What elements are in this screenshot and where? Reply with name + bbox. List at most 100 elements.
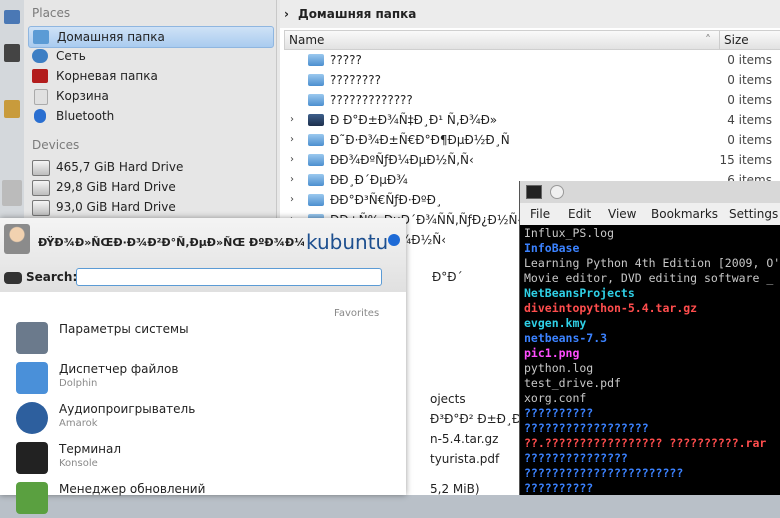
desktop-icon[interactable] <box>4 10 20 24</box>
folder-icon <box>308 154 324 166</box>
binoculars-icon <box>4 272 22 284</box>
file-size: 0 items <box>727 53 772 67</box>
breadcrumb[interactable]: › Домашняя папка <box>280 0 780 28</box>
column-header[interactable]: Name ˄ Size <box>284 30 780 50</box>
favorite-item[interactable]: Аудиопроигрыватель Amarok <box>14 398 404 438</box>
favorite-title: Параметры системы <box>59 322 189 336</box>
folder-icon <box>308 194 324 206</box>
column-size-header[interactable]: Size <box>719 31 749 49</box>
terminal-line: NetBeansProjects <box>524 286 635 300</box>
file-name[interactable]: n-5.4.tar.gz <box>430 432 498 446</box>
places-item-home[interactable]: Домашняя папка <box>28 26 274 48</box>
terminal-line: python.log <box>524 361 594 375</box>
folder-icon <box>308 94 324 106</box>
konsole-titlebar[interactable] <box>520 181 780 203</box>
desktop-icon[interactable] <box>2 180 22 206</box>
terminal-line: InfoBase <box>524 241 580 255</box>
menu-view[interactable]: View <box>608 203 636 225</box>
kickoff-launcher: ÐŸÐ¾Ð»ÑŒÐ·Ð¾Ð²Ð°Ñ‚ÐµÐ»ÑŒ ÐºÐ¾Ð¼Ð¿ÑŒÑŽÑ‚Ð… <box>0 218 406 514</box>
update-manager-icon <box>16 482 48 514</box>
file-row[interactable]: › Ð˜Ð·Ð¾Ð±Ñ€Ð°Ð¶ÐµÐ½Ð¸Ñ 0 items <box>284 130 780 150</box>
favorite-item[interactable]: Менеджер обновлений <box>14 478 404 518</box>
menu-bookmarks[interactable]: Bookmarks <box>651 203 718 225</box>
file-name[interactable]: tyurista.pdf <box>430 452 499 466</box>
favorite-item[interactable]: Параметры системы <box>14 318 404 358</box>
places-item-root[interactable]: Корневая папка <box>28 66 272 86</box>
device-label: 29,8 GiB Hard Drive <box>56 180 176 194</box>
folder-icon <box>308 174 324 186</box>
favorite-item[interactable]: Диспетчер файлов Dolphin <box>14 358 404 398</box>
folder-icon <box>308 134 324 146</box>
places-item-label: Bluetooth <box>56 109 115 123</box>
terminal-icon <box>526 185 542 199</box>
file-name: ????????????? <box>330 93 413 107</box>
menu-file[interactable]: File <box>530 203 550 225</box>
file-size: 4 items <box>727 113 772 127</box>
places-section-label: Places <box>32 6 71 20</box>
file-row[interactable]: › ÐÐ¾ÐºÑƒÐ¼ÐµÐ½Ñ‚Ñ‹ 15 items <box>284 150 780 170</box>
places-panel: Places Домашняя папка Сеть Корневая папк… <box>24 0 277 230</box>
menu-settings[interactable]: Settings <box>729 203 778 225</box>
terminal-line: diveintopython-5.4.tar.gz <box>524 301 698 315</box>
hard-drive-icon <box>32 180 50 196</box>
favorite-title: Аудиопроигрыватель <box>59 402 196 416</box>
file-row[interactable]: ???????? 0 items <box>284 70 780 90</box>
device-item[interactable]: 29,8 GiB Hard Drive <box>28 177 272 197</box>
bluetooth-icon <box>34 109 46 123</box>
expand-arrow-icon[interactable]: › <box>290 150 294 170</box>
file-size: 0 items <box>727 133 772 147</box>
terminal-line: test_drive.pdf <box>524 376 621 390</box>
menu-edit[interactable]: Edit <box>568 203 591 225</box>
terminal-output[interactable]: Influx_PS.log InfoBase Learning Python 4th… <box>520 226 780 495</box>
file-row[interactable]: ????????????? 0 items <box>284 90 780 110</box>
terminal-line: ?????????? <box>524 406 594 420</box>
expand-arrow-icon[interactable]: › <box>290 190 294 210</box>
places-item-label: Сеть <box>56 49 86 63</box>
minimize-button[interactable] <box>550 185 564 199</box>
expand-arrow-icon[interactable]: › <box>290 110 294 130</box>
desktop-icon[interactable] <box>4 100 20 118</box>
search-input[interactable] <box>76 268 382 286</box>
terminal-icon <box>16 442 48 474</box>
file-name[interactable]: Ð³Ð°Ð² Ð±Ð¸Ð <box>430 412 521 426</box>
folder-icon <box>308 114 324 126</box>
terminal-line: Movie editor, DVD editing software _ <box>524 271 774 285</box>
devices-section-label: Devices <box>32 138 80 152</box>
file-row[interactable]: › Ð Ð°Ð±Ð¾Ñ‡Ð¸Ð¹ Ñ‚Ð¾Ð» 4 items <box>284 110 780 130</box>
file-size: 15 items <box>719 153 772 167</box>
expand-arrow-icon[interactable]: › <box>290 130 294 150</box>
places-item-network[interactable]: Сеть <box>28 46 272 66</box>
terminal-line: xorg.conf <box>524 391 587 405</box>
chevron-right-icon: › <box>284 7 289 21</box>
places-item-bluetooth[interactable]: Bluetooth <box>28 106 272 126</box>
file-name: ????? <box>330 53 362 67</box>
root-folder-icon <box>32 69 48 83</box>
device-label: 465,7 GiB Hard Drive <box>56 160 184 174</box>
file-row[interactable]: ????? 0 items <box>284 50 780 70</box>
file-manager-icon <box>16 362 48 394</box>
expand-arrow-icon[interactable]: › <box>290 170 294 190</box>
terminal-line: pic1.png <box>524 346 580 360</box>
favorite-item[interactable]: Терминал Konsole <box>14 438 404 478</box>
partial-text: ojects <box>430 392 466 406</box>
network-icon <box>32 49 48 63</box>
system-settings-icon <box>16 322 48 354</box>
column-name-header[interactable]: Name <box>289 31 324 49</box>
device-item[interactable]: 465,7 GiB Hard Drive <box>28 157 272 177</box>
desktop-icon[interactable] <box>4 44 20 62</box>
hard-drive-icon <box>32 200 50 216</box>
terminal-line: ??.????????????????? ??????????.rar <box>524 436 767 450</box>
places-item-label: Корзина <box>56 89 109 103</box>
terminal-line: ?????????? <box>524 481 594 495</box>
folder-icon <box>308 74 324 86</box>
kubuntu-logo: kubuntu <box>306 230 389 254</box>
breadcrumb-label: Домашняя папка <box>298 7 417 21</box>
device-label: 93,0 GiB Hard Drive <box>56 200 176 214</box>
kubuntu-logo-icon <box>388 234 400 246</box>
device-item[interactable]: 93,0 GiB Hard Drive <box>28 197 272 217</box>
favorite-title: Диспетчер файлов <box>59 362 179 376</box>
file-name: ÐÐ¾ÐºÑƒÐ¼ÐµÐ½Ñ‚Ñ‹ <box>330 153 474 167</box>
places-item-trash[interactable]: Корзина <box>28 86 272 106</box>
partial-text: Ð°Ð´ <box>432 270 463 284</box>
places-item-label: Домашняя папка <box>57 30 165 44</box>
